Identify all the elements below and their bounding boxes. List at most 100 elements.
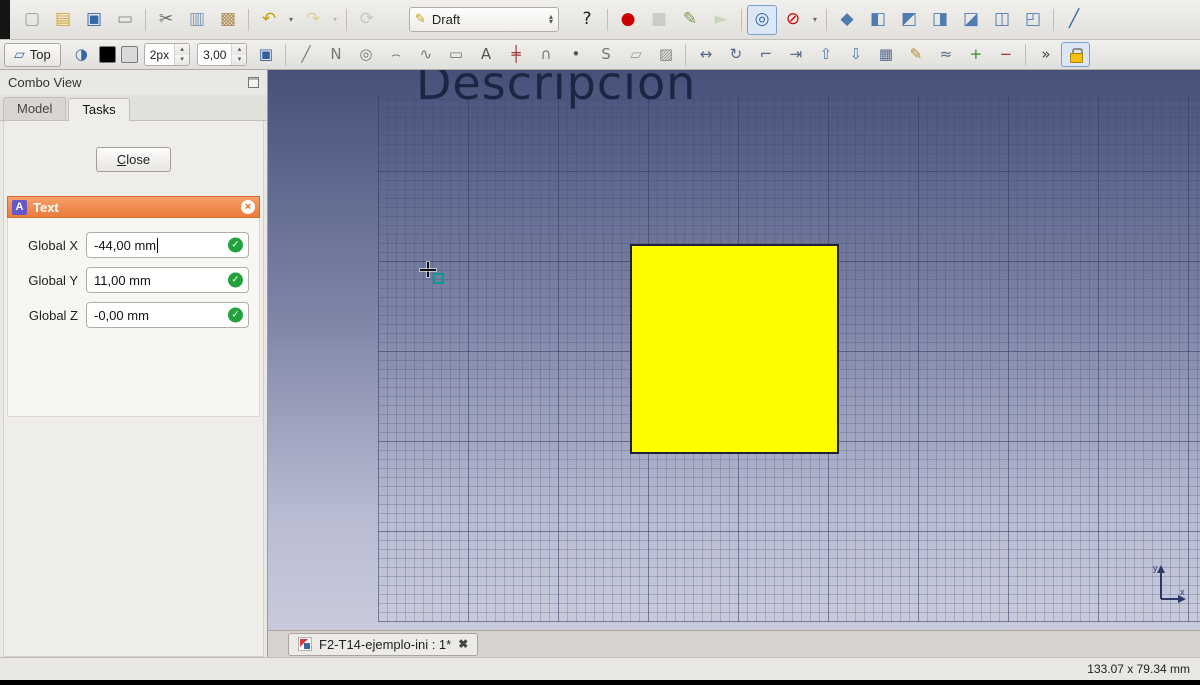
- combo-view-tabs: Model Tasks: [0, 95, 267, 121]
- draft-shapestring-icon: S: [601, 47, 611, 62]
- measure-distance-button[interactable]: ╱: [1059, 5, 1089, 35]
- draft-hatch-button[interactable]: ▨: [651, 42, 680, 67]
- draft-shapestring-button[interactable]: S: [591, 42, 620, 67]
- draft-circle-button[interactable]: ◎: [351, 42, 380, 67]
- line-width-up-button[interactable]: ▴: [175, 44, 189, 55]
- face-color-swatch[interactable]: [121, 46, 138, 63]
- text-size-value: 3,00: [198, 44, 231, 65]
- task-form: Global X -44,00 mm ✓ Global Y 11,00 mm ✓: [7, 218, 260, 417]
- toolbar-separator: [826, 9, 827, 31]
- global-z-label: Global Z: [18, 308, 78, 323]
- draft-rectangle-button[interactable]: ▭: [441, 42, 470, 67]
- global-x-input[interactable]: -44,00 mm ✓: [86, 232, 249, 258]
- macro-edit-button[interactable]: ✎: [675, 5, 705, 35]
- draft-bspline-button[interactable]: ∿: [411, 42, 440, 67]
- zoom-selection-button[interactable]: ◎: [747, 5, 777, 35]
- tab-model[interactable]: Model: [3, 97, 66, 120]
- draft-add-point-button[interactable]: +: [961, 42, 990, 67]
- draft-text-button[interactable]: A: [471, 42, 500, 67]
- open-document-button[interactable]: ▤: [48, 5, 78, 35]
- document-tab[interactable]: F2-T14-ejemplo-ini : 1* ✖: [288, 633, 478, 656]
- working-plane-button[interactable]: ▱ Top: [4, 43, 61, 67]
- draft-hatch-icon: ▨: [659, 47, 673, 62]
- refresh-button[interactable]: ⟳: [352, 5, 382, 35]
- rear-view-button[interactable]: ◪: [956, 5, 986, 35]
- new-document-button[interactable]: ▢: [17, 5, 47, 35]
- redo-dropdown-arrow[interactable]: ▾: [329, 5, 341, 35]
- text-size-up-button[interactable]: ▴: [232, 44, 246, 55]
- draft-facebinder-button[interactable]: ▱: [621, 42, 650, 67]
- window-edge: [0, 0, 10, 39]
- toolbar-separator: [145, 9, 146, 31]
- construction-mode-icon: ◑: [75, 47, 88, 62]
- whats-this-icon: ?: [582, 11, 591, 28]
- whats-this-button[interactable]: ?: [572, 5, 602, 35]
- snap-lock-button[interactable]: [1061, 42, 1090, 67]
- global-z-input[interactable]: -0,00 mm ✓: [86, 302, 249, 328]
- save-button[interactable]: ▣: [79, 5, 109, 35]
- float-panel-icon[interactable]: [248, 77, 259, 88]
- draft-add-point-icon: +: [970, 47, 983, 62]
- line-width-down-button[interactable]: ▾: [175, 55, 189, 66]
- draft-trimex-button[interactable]: ⇥: [781, 42, 810, 67]
- 3d-viewport[interactable]: Descripción y x: [268, 70, 1200, 630]
- print-button[interactable]: ▭: [110, 5, 140, 35]
- toolbar-overflow-button[interactable]: »: [1031, 42, 1060, 67]
- draft-point-button[interactable]: •: [561, 42, 590, 67]
- new-document-icon: ▢: [24, 11, 40, 28]
- axonometric-view-button[interactable]: ◆: [832, 5, 862, 35]
- draft-bezier-button[interactable]: ∩: [531, 42, 560, 67]
- draft-wire-to-bspline-icon: ≈: [940, 47, 953, 62]
- text-size-spinner[interactable]: 3,00 ▴ ▾: [197, 43, 247, 66]
- draft-edit-button[interactable]: ✎: [901, 42, 930, 67]
- right-view-button[interactable]: ◨: [925, 5, 955, 35]
- top-view-icon: ◩: [901, 11, 917, 28]
- draft-remove-point-button[interactable]: −: [991, 42, 1020, 67]
- workbench-selector[interactable]: ✎ Draft ▴▾: [409, 7, 559, 32]
- apply-style-button[interactable]: ▣: [251, 42, 280, 67]
- tab-tasks[interactable]: Tasks: [68, 98, 129, 121]
- undo-dropdown-arrow[interactable]: ▾: [285, 5, 297, 35]
- close-task-button[interactable]: Close: [96, 147, 171, 172]
- draft-rectangle-object[interactable]: [630, 244, 839, 454]
- workbench-spinner-arrows[interactable]: ▴▾: [549, 15, 553, 25]
- global-z-row: Global Z -0,00 mm ✓: [18, 302, 249, 328]
- construction-mode-toggle[interactable]: ◑: [67, 42, 96, 67]
- clipping-dropdown-arrow[interactable]: ▾: [809, 5, 821, 35]
- left-view-button[interactable]: ◰: [1018, 5, 1048, 35]
- draft-line-button[interactable]: ╱: [291, 42, 320, 67]
- draft-offset-button[interactable]: ⌐: [751, 42, 780, 67]
- clipping-plane-button[interactable]: ⊘: [778, 5, 808, 35]
- draft-wire-to-bspline-button[interactable]: ≈: [931, 42, 960, 67]
- line-width-spinner[interactable]: 2px ▴ ▾: [144, 43, 190, 66]
- global-y-input[interactable]: 11,00 mm ✓: [86, 267, 249, 293]
- draft-rotate-button[interactable]: ↻: [721, 42, 750, 67]
- task-section-header[interactable]: A Text ×: [7, 196, 260, 218]
- draft-text-annotation[interactable]: Descripción: [416, 70, 696, 110]
- top-view-button[interactable]: ◩: [894, 5, 924, 35]
- bottom-view-button[interactable]: ◫: [987, 5, 1017, 35]
- macro-edit-icon: ✎: [683, 11, 697, 28]
- undo-button[interactable]: ↶: [254, 5, 284, 35]
- draft-polyline-button[interactable]: N: [321, 42, 350, 67]
- paste-icon: ▩: [220, 11, 236, 28]
- macro-play-button[interactable]: ►: [706, 5, 736, 35]
- collapse-task-icon[interactable]: ×: [241, 200, 255, 214]
- draft-move-button[interactable]: ↔: [691, 42, 720, 67]
- macro-stop-button[interactable]: ■: [644, 5, 674, 35]
- line-color-swatch[interactable]: [99, 46, 116, 63]
- macro-record-button[interactable]: ●: [613, 5, 643, 35]
- draft-arc-button[interactable]: ⌢: [381, 42, 410, 67]
- draft-downgrade-button[interactable]: ⇩: [841, 42, 870, 67]
- close-document-icon[interactable]: ✖: [458, 637, 468, 651]
- draft-upgrade-button[interactable]: ⇧: [811, 42, 840, 67]
- paste-button[interactable]: ▩: [213, 5, 243, 35]
- redo-button[interactable]: ↷: [298, 5, 328, 35]
- cut-button[interactable]: ✂: [151, 5, 181, 35]
- draft-array-button[interactable]: ▦: [871, 42, 900, 67]
- text-size-down-button[interactable]: ▾: [232, 55, 246, 66]
- draft-bspline-icon: ∿: [420, 47, 433, 62]
- copy-button[interactable]: ▥: [182, 5, 212, 35]
- draft-dimension-button[interactable]: ╪: [501, 42, 530, 67]
- front-view-button[interactable]: ◧: [863, 5, 893, 35]
